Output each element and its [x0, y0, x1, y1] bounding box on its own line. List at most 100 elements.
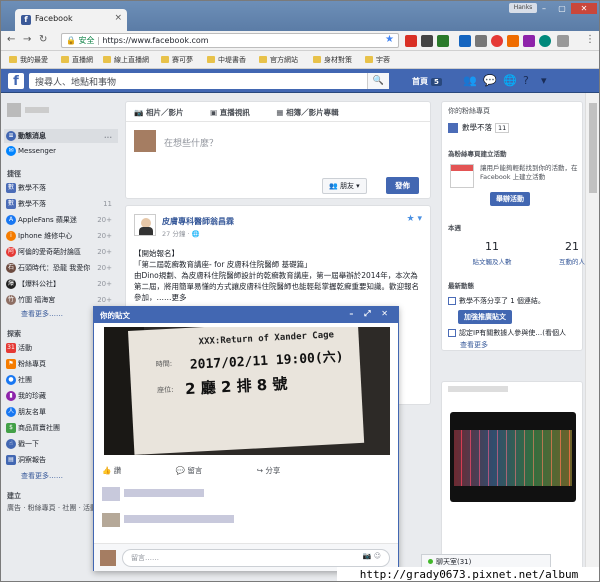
- sidebar-shortcut[interactable]: 竹 竹圍 福海宮 20+: [4, 293, 118, 307]
- movie-ticket: XXX:Return of Xander Cage 時間: 2017/02/11…: [128, 327, 365, 455]
- reach-stat[interactable]: 11 貼文觸及人數: [462, 240, 522, 266]
- post-timestamp[interactable]: 27 分鐘 · 🌐: [162, 228, 200, 238]
- share-button[interactable]: ↪ 分享: [257, 466, 307, 475]
- blurred-text: [124, 515, 234, 523]
- post-author[interactable]: 皮膚專科醫師翁昌霖: [162, 216, 234, 227]
- blurred-text: [124, 489, 204, 497]
- sidebar-shortcut[interactable]: 阿 阿倫的愛奇葩討論區 20+: [4, 245, 118, 259]
- extension-icon[interactable]: [507, 35, 519, 47]
- extension-icon[interactable]: [491, 35, 503, 47]
- home-link[interactable]: 首頁 5: [412, 76, 442, 87]
- like-button[interactable]: 👍 讚: [102, 466, 147, 475]
- group-icon: i: [6, 231, 16, 241]
- chat-bar[interactable]: 聊天室(31): [421, 554, 551, 568]
- bookmark-item[interactable]: 宇蓉: [365, 55, 390, 65]
- poke-icon: ☝: [6, 439, 16, 449]
- bookmark-item[interactable]: 身材對策: [313, 55, 352, 65]
- scroll-thumb[interactable]: [589, 103, 597, 193]
- groups-icon: ●: [6, 375, 16, 385]
- extension-icon[interactable]: [421, 35, 433, 47]
- reload-icon[interactable]: ↻: [39, 34, 47, 45]
- search-input[interactable]: 搜尋人、地點和事物 🔍: [29, 73, 389, 89]
- extension-icon[interactable]: [539, 35, 551, 47]
- keyboard-ad-image[interactable]: [450, 412, 576, 502]
- messages-icon[interactable]: 💬: [483, 74, 497, 87]
- tab-facebook[interactable]: f Facebook ×: [15, 9, 127, 31]
- sidebar-item-news-feed[interactable]: ≡ 動態消息 ...: [4, 129, 118, 143]
- address-bar[interactable]: 🔒 安全 | https://www.facebook.com ★: [61, 33, 399, 48]
- comment-button[interactable]: 💬 留言: [176, 466, 229, 475]
- comment-input[interactable]: 留言…… 📷 ☺: [122, 549, 390, 567]
- bookmark-item[interactable]: 線上直播網: [103, 55, 149, 65]
- group-icon: 竹: [6, 295, 16, 305]
- activity-item[interactable]: 認定IP有關數據人參與使…(看個人: [448, 328, 566, 338]
- bookmark-item[interactable]: 我的最愛: [9, 55, 48, 65]
- friend-requests-icon[interactable]: 👥: [463, 74, 477, 87]
- audience-selector[interactable]: 👥 朋友 ▾: [322, 178, 367, 194]
- activity-item[interactable]: 數學不落分享了 1 個連結。: [448, 296, 545, 306]
- back-icon[interactable]: ←: [7, 34, 15, 45]
- dialog-title: 你的貼文: [100, 311, 130, 320]
- engagement-value: 21: [565, 240, 579, 253]
- bookmark-item[interactable]: 官方網站: [259, 55, 298, 65]
- composer-tabs: 📷 相片／影片 ▣ 直播視訊 ▦ 相簿／影片專輯: [126, 102, 430, 122]
- create-event-button[interactable]: 舉辦活動: [490, 192, 530, 206]
- forward-icon[interactable]: →: [23, 34, 31, 45]
- sidebar-shortcut[interactable]: A AppleFans 蘋果迷 20+: [4, 213, 118, 227]
- sidebar-shortcut[interactable]: 石 石頭時代：恐龍 我愛你 20+: [4, 261, 118, 275]
- sidebar-shortcut[interactable]: 數 數學不落: [4, 181, 118, 195]
- page-link[interactable]: 數學不落 11: [448, 122, 510, 133]
- sidebar-shortcut[interactable]: 數 數學不落 11: [4, 197, 118, 211]
- tab-album[interactable]: ▦ 相簿／影片專輯: [276, 108, 350, 117]
- bookmark-item[interactable]: 賽可夢: [161, 55, 193, 65]
- close-window-icon[interactable]: ✕: [571, 3, 597, 14]
- profile-chip[interactable]: Hanks: [509, 3, 537, 13]
- sidebar-item-messenger[interactable]: ✉ Messenger: [4, 144, 118, 158]
- sidebar-item-more[interactable]: ...: [104, 129, 112, 143]
- see-more-link[interactable]: 查看更多: [460, 340, 488, 350]
- maximize-icon[interactable]: ▢: [553, 3, 571, 14]
- explore-see-more[interactable]: 查看更多……: [21, 471, 63, 481]
- post-button[interactable]: 發佈: [386, 177, 419, 194]
- post-actions: 👍 讚 💬 留言 ↪ 分享: [102, 465, 332, 476]
- page-scrollbar[interactable]: [585, 93, 599, 567]
- composer-card: 📷 相片／影片 ▣ 直播視訊 ▦ 相簿／影片專輯 在想些什麼？ 👥 朋友 ▾ 發…: [125, 101, 431, 199]
- bookmark-item[interactable]: 直播網: [61, 55, 93, 65]
- minimize-icon[interactable]: –: [535, 3, 553, 14]
- tab-live-video[interactable]: ▣ 直播視訊: [210, 108, 262, 117]
- sidebar-shortcut[interactable]: i Iphone 維修中心 20+: [4, 229, 118, 243]
- gmail-extension-icon[interactable]: [405, 35, 417, 47]
- facebook-top-bar: f 搜尋人、地點和事物 🔍 首頁 5 👥 💬 🌐 ? ▾: [1, 69, 599, 93]
- menu-icon[interactable]: ⋮: [585, 34, 595, 45]
- facebook-logo-icon[interactable]: f: [8, 73, 24, 89]
- avatar[interactable]: [7, 103, 21, 117]
- dialog-header: 你的貼文 – ⤢ ✕: [94, 307, 398, 323]
- search-icon[interactable]: 🔍: [367, 73, 389, 89]
- bookmark-item[interactable]: 中堤書香: [207, 55, 246, 65]
- sidebar-shortcut[interactable]: 爆 【爆料公社】 20+: [4, 277, 118, 291]
- notifications-icon[interactable]: 🌐: [503, 74, 517, 87]
- bookmark-star-icon[interactable]: ★: [385, 34, 394, 46]
- boost-post-button[interactable]: 加強推廣貼文: [458, 310, 512, 324]
- camera-icon[interactable]: 📷 ☺: [363, 552, 381, 560]
- composer-input[interactable]: 在想些什麼？: [164, 136, 218, 149]
- close-tab-icon[interactable]: ×: [114, 13, 122, 23]
- extension-icon[interactable]: [437, 35, 449, 47]
- sidebar-item-label: Iphone 維修中心: [18, 232, 73, 240]
- extension-icon[interactable]: [557, 35, 569, 47]
- profile-name-blurred[interactable]: [25, 107, 49, 113]
- create-links[interactable]: 廣告 · 粉絲專頁 · 社團 · 活動: [7, 503, 97, 513]
- extension-icon[interactable]: [459, 35, 471, 47]
- dialog-controls[interactable]: – ⤢ ✕: [349, 309, 392, 319]
- extension-icon[interactable]: [523, 35, 535, 47]
- account-menu-icon[interactable]: ▾: [541, 74, 547, 87]
- flag-icon: ⚑: [6, 359, 16, 369]
- extension-icon[interactable]: [475, 35, 487, 47]
- shortcuts-see-more[interactable]: 查看更多……: [21, 309, 63, 319]
- post-photo[interactable]: XXX:Return of Xander Cage 時間: 2017/02/11…: [104, 327, 390, 455]
- quick-help-icon[interactable]: ?: [523, 74, 529, 87]
- tab-photo-video[interactable]: 📷 相片／影片: [134, 108, 195, 117]
- avatar[interactable]: [134, 214, 156, 236]
- sidebar-item-label: 洞察報告: [18, 456, 46, 464]
- post-options-icon[interactable]: ★ ▾: [407, 214, 422, 224]
